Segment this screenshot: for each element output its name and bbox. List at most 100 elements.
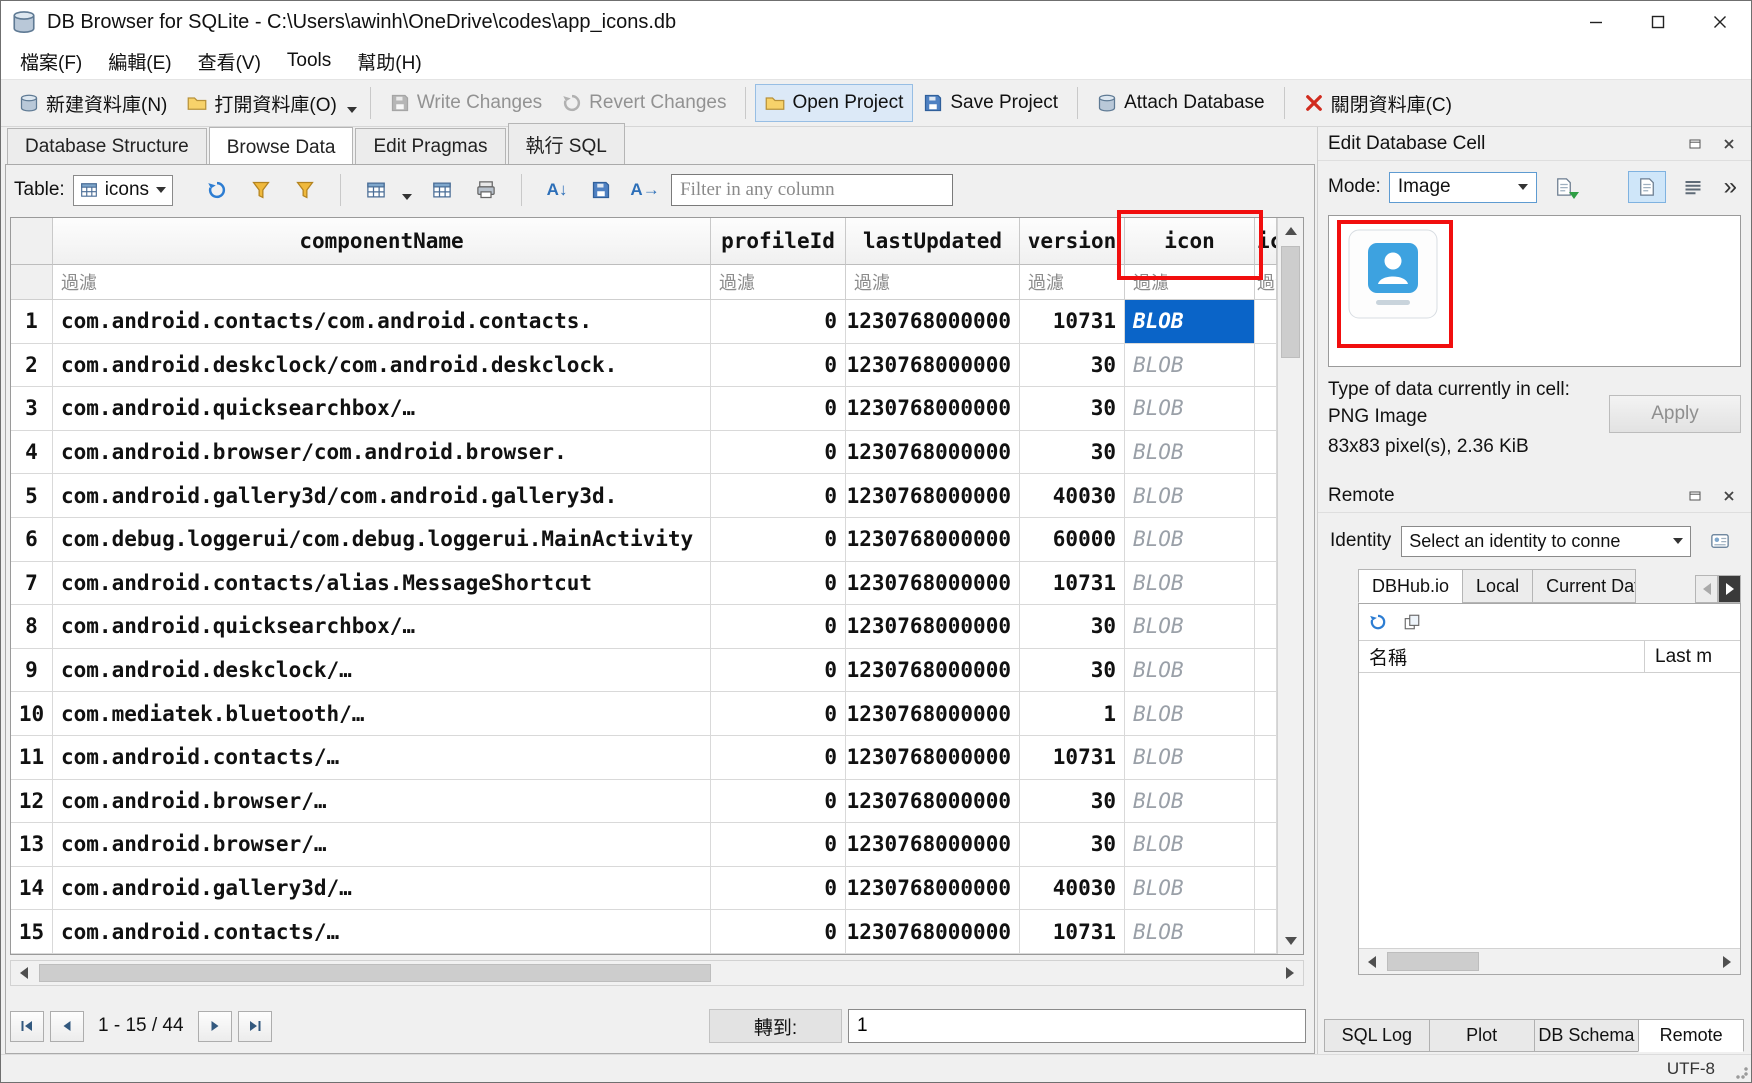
cell-overflow[interactable] xyxy=(1255,780,1277,824)
row-number[interactable]: 14 xyxy=(11,867,53,911)
save-project-button[interactable]: Save Project xyxy=(913,84,1068,122)
close-panel-button[interactable] xyxy=(1717,133,1741,155)
scroll-right-button[interactable] xyxy=(1277,961,1303,985)
minimize-button[interactable] xyxy=(1565,1,1627,43)
menu-tools[interactable]: Tools xyxy=(274,45,344,77)
menu-file[interactable]: 檔案(F) xyxy=(7,43,95,80)
cell-icon-blob[interactable]: BLOB xyxy=(1125,910,1255,954)
cell-profileid[interactable]: 0 xyxy=(711,823,846,867)
cell-icon-blob[interactable]: BLOB xyxy=(1125,562,1255,606)
table-row[interactable]: 12com.android.browser/…0123076800000030B… xyxy=(11,780,1277,824)
remote-column-name[interactable]: 名稱 xyxy=(1359,641,1644,672)
cell-lastupdated[interactable]: 1230768000000 xyxy=(846,692,1020,736)
insert-record-dropdown-caret[interactable] xyxy=(402,194,412,200)
table-row[interactable]: 11com.android.contacts/…0123076800000010… xyxy=(11,736,1277,780)
horizontal-scroll-thumb[interactable] xyxy=(39,964,711,982)
remote-horizontal-scrollbar[interactable] xyxy=(1359,948,1740,974)
close-button[interactable] xyxy=(1689,1,1751,43)
table-row[interactable]: 10com.mediatek.bluetooth/…01230768000000… xyxy=(11,692,1277,736)
cell-icon-blob[interactable]: BLOB xyxy=(1125,736,1255,780)
cell-overflow[interactable] xyxy=(1255,344,1277,388)
cell-componentname[interactable]: com.android.contacts/… xyxy=(53,736,711,780)
float-panel-button[interactable] xyxy=(1683,133,1707,155)
cell-overflow[interactable] xyxy=(1255,649,1277,693)
vertical-scroll-thumb[interactable] xyxy=(1281,246,1300,358)
apply-button[interactable]: Apply xyxy=(1609,395,1741,433)
cell-profileid[interactable]: 0 xyxy=(711,431,846,475)
cell-icon-blob[interactable]: BLOB xyxy=(1125,344,1255,388)
filter-any-column-input[interactable] xyxy=(671,174,953,206)
table-row[interactable]: 9com.android.deskclock/…0123076800000030… xyxy=(11,649,1277,693)
cell-lastupdated[interactable]: 1230768000000 xyxy=(846,780,1020,824)
cell-profileid[interactable]: 0 xyxy=(711,867,846,911)
menu-view[interactable]: 查看(V) xyxy=(185,43,274,80)
column-header-profileid[interactable]: profileId xyxy=(711,218,846,265)
cell-icon-blob[interactable]: BLOB xyxy=(1125,823,1255,867)
cell-version[interactable]: 30 xyxy=(1020,780,1125,824)
scroll-right-button[interactable] xyxy=(1714,949,1740,974)
row-number[interactable]: 9 xyxy=(11,649,53,693)
grid-horizontal-scrollbar[interactable] xyxy=(10,960,1304,986)
cell-profileid[interactable]: 0 xyxy=(711,387,846,431)
tab-browse-data[interactable]: Browse Data xyxy=(209,127,354,165)
table-row[interactable]: 2com.android.deskclock/com.android.deskc… xyxy=(11,344,1277,388)
tab-execute-sql[interactable]: 執行 SQL xyxy=(508,123,625,164)
cell-lastupdated[interactable]: 1230768000000 xyxy=(846,474,1020,518)
cell-version[interactable]: 1 xyxy=(1020,692,1125,736)
open-project-button[interactable]: Open Project xyxy=(755,84,913,122)
cell-profileid[interactable]: 0 xyxy=(711,692,846,736)
last-record-button[interactable] xyxy=(238,1011,272,1042)
row-number[interactable]: 10 xyxy=(11,692,53,736)
import-data-button[interactable] xyxy=(1545,171,1583,203)
scroll-left-button[interactable] xyxy=(1359,949,1385,974)
next-page-button[interactable] xyxy=(198,1011,232,1042)
cell-overflow[interactable] xyxy=(1255,300,1277,344)
cell-lastupdated[interactable]: 1230768000000 xyxy=(846,867,1020,911)
row-number[interactable]: 3 xyxy=(11,387,53,431)
cell-icon-blob[interactable]: BLOB xyxy=(1125,387,1255,431)
cell-overflow[interactable] xyxy=(1255,736,1277,780)
cell-lastupdated[interactable]: 1230768000000 xyxy=(846,910,1020,954)
new-database-button[interactable]: 新建資料庫(N) xyxy=(9,82,177,125)
tab-local[interactable]: Local xyxy=(1462,569,1533,603)
cell-icon-blob[interactable]: BLOB xyxy=(1125,518,1255,562)
cell-lastupdated[interactable]: 1230768000000 xyxy=(846,736,1020,780)
cell-version[interactable]: 10731 xyxy=(1020,300,1125,344)
cell-version[interactable]: 30 xyxy=(1020,823,1125,867)
cell-profileid[interactable]: 0 xyxy=(711,344,846,388)
save-table-button[interactable] xyxy=(583,174,619,207)
scroll-up-button[interactable] xyxy=(1278,218,1303,244)
cell-componentname[interactable]: com.android.quicksearchbox/… xyxy=(53,387,711,431)
tab-scroll-right-button[interactable] xyxy=(1718,575,1741,603)
cell-version[interactable]: 30 xyxy=(1020,431,1125,475)
remote-refresh-button[interactable] xyxy=(1369,613,1387,631)
cell-componentname[interactable]: com.android.browser/… xyxy=(53,823,711,867)
tab-edit-pragmas[interactable]: Edit Pragmas xyxy=(355,128,505,164)
edit-display-format-button[interactable]: A→ xyxy=(627,174,663,207)
close-panel-button[interactable] xyxy=(1717,485,1741,507)
cell-version[interactable]: 30 xyxy=(1020,649,1125,693)
cell-overflow[interactable] xyxy=(1255,387,1277,431)
word-wrap-button[interactable] xyxy=(1674,171,1712,203)
row-number[interactable]: 12 xyxy=(11,780,53,824)
grid-vertical-scrollbar[interactable] xyxy=(1277,218,1303,954)
scroll-down-button[interactable] xyxy=(1278,928,1303,954)
cell-version[interactable]: 40030 xyxy=(1020,867,1125,911)
filter-lastupdated[interactable]: 過濾 xyxy=(846,265,1020,300)
menu-help[interactable]: 幫助(H) xyxy=(344,43,434,80)
cell-overflow[interactable] xyxy=(1255,910,1277,954)
cell-icon-blob[interactable]: BLOB xyxy=(1125,692,1255,736)
tab-scroll-left-button[interactable] xyxy=(1695,575,1718,603)
remote-clone-button[interactable] xyxy=(1403,613,1421,631)
goto-record-input[interactable] xyxy=(848,1009,1306,1043)
cell-profileid[interactable]: 0 xyxy=(711,649,846,693)
row-number[interactable]: 8 xyxy=(11,605,53,649)
toolbar-overflow-button[interactable]: » xyxy=(1720,173,1741,201)
column-header-version[interactable]: version xyxy=(1020,218,1125,265)
refresh-table-button[interactable] xyxy=(199,174,235,207)
print-button[interactable] xyxy=(468,174,504,207)
attach-database-button[interactable]: Attach Database xyxy=(1087,84,1274,122)
cell-componentname[interactable]: com.android.gallery3d/… xyxy=(53,867,711,911)
cell-lastupdated[interactable]: 1230768000000 xyxy=(846,431,1020,475)
open-database-dropdown-caret[interactable] xyxy=(347,107,357,113)
